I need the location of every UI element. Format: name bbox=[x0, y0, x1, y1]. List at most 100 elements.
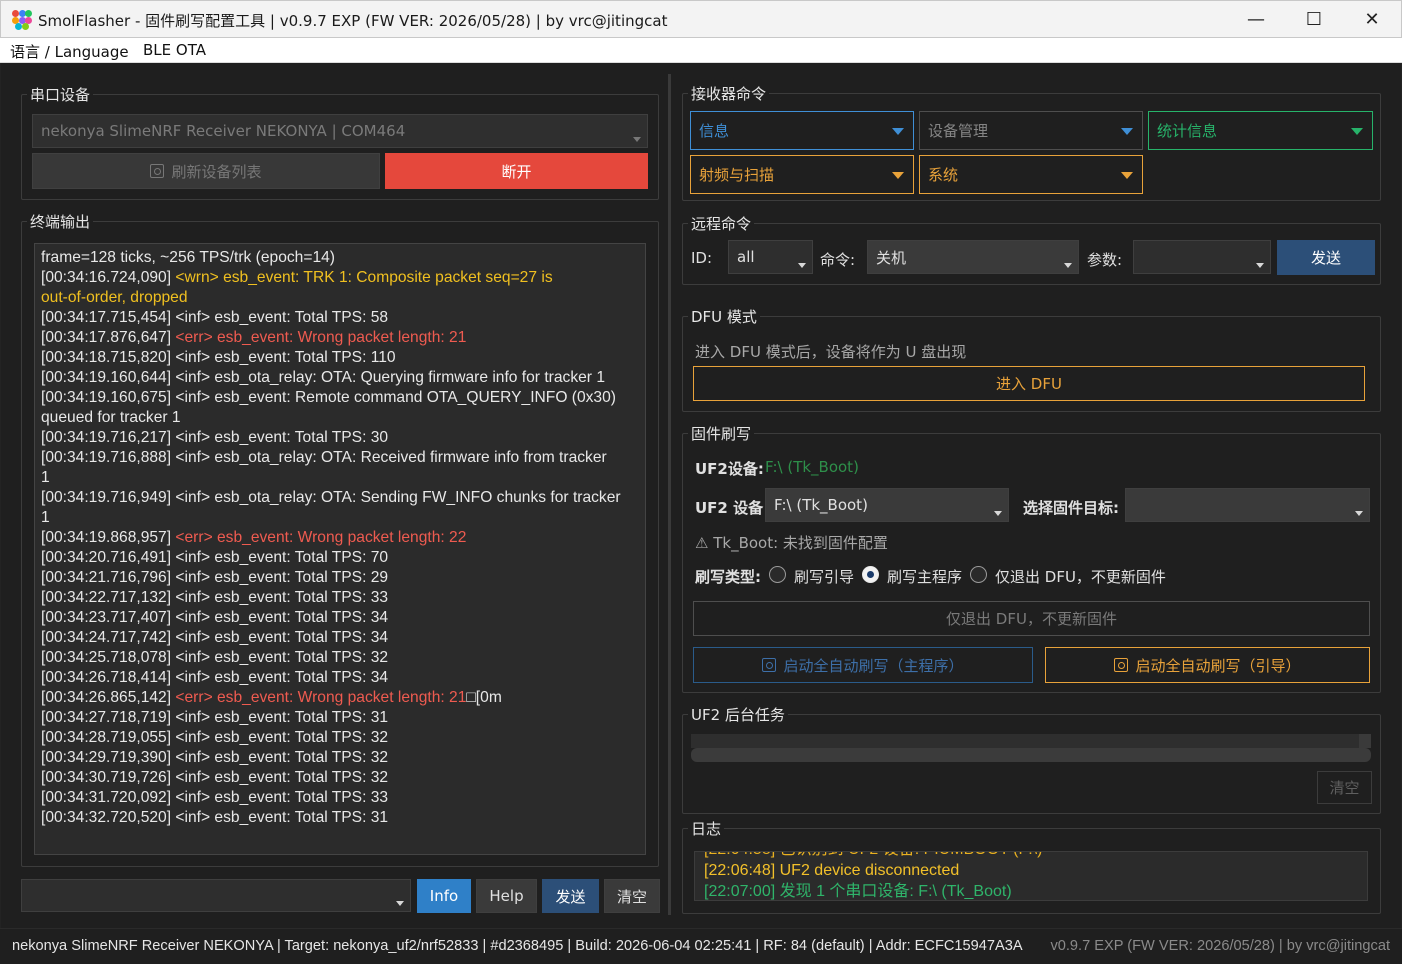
uf2-tasks-clear-button[interactable]: 清空 bbox=[1317, 771, 1372, 804]
terminal-timestamp: [00:34:19.716,888] bbox=[41, 449, 176, 466]
status-bar: nekonya SlimeNRF Receiver NEKONYA | Targ… bbox=[0, 928, 1402, 964]
device-management-label: 设备管理 bbox=[928, 122, 989, 140]
terminal-line: [00:34:18.715,820] <inf> esb_event: Tota… bbox=[41, 348, 639, 368]
remote-id-select[interactable]: all bbox=[728, 240, 813, 274]
terminal-line: [00:34:26.865,142] <err> esb_event: Wron… bbox=[41, 688, 639, 708]
terminal-message: <inf> esb_event: Total TPS: 29 bbox=[175, 569, 389, 586]
exit-dfu-button[interactable]: 仅退出 DFU，不更新固件 bbox=[693, 601, 1370, 636]
radio-exit-dfu[interactable] bbox=[970, 566, 987, 583]
close-button[interactable]: ✕ bbox=[1343, 1, 1401, 38]
terminal-line: 1 bbox=[41, 468, 639, 488]
auto-flash-main-label: 启动全自动刷写（主程序） bbox=[783, 656, 964, 675]
title-bar: SmolFlasher - 固件刷写配置工具 | v0.9.7 EXP (FW … bbox=[0, 0, 1402, 38]
terminal-line: [00:34:19.716,217] <inf> esb_event: Tota… bbox=[41, 428, 639, 448]
remote-send-button[interactable]: 发送 bbox=[1277, 240, 1375, 275]
help-button[interactable]: Help bbox=[476, 879, 537, 913]
uf2-device-select[interactable]: F:\ (Tk_Boot) bbox=[765, 488, 1009, 522]
flash-icon bbox=[1114, 658, 1129, 672]
clear-label: 清空 bbox=[616, 887, 647, 906]
statistics-menu[interactable]: 统计信息 bbox=[1148, 111, 1373, 150]
clear-button[interactable]: 清空 bbox=[604, 879, 660, 913]
terminal-line: [00:34:26.718,414] <inf> esb_event: Tota… bbox=[41, 668, 639, 688]
radio-flash-boot[interactable] bbox=[769, 566, 786, 583]
terminal-message: out-of-order, dropped bbox=[41, 289, 188, 306]
flash-type-label: 刷写类型: bbox=[695, 568, 761, 586]
send-button[interactable]: 发送 bbox=[542, 879, 599, 913]
chevron-down-icon bbox=[892, 127, 904, 135]
info-command-menu[interactable]: 信息 bbox=[690, 111, 914, 150]
enter-dfu-button[interactable]: 进入 DFU bbox=[693, 366, 1365, 401]
radio-flash-main[interactable] bbox=[862, 566, 879, 583]
radio-flash-main-label[interactable]: 刷写主程序 bbox=[887, 566, 962, 587]
remote-send-label: 发送 bbox=[1310, 249, 1341, 267]
window-title: SmolFlasher - 固件刷写配置工具 | v0.9.7 EXP (FW … bbox=[38, 12, 668, 30]
terminal-message: <inf> esb_event: Total TPS: 32 bbox=[175, 749, 389, 766]
radio-exit-dfu-label[interactable]: 仅退出 DFU，不更新固件 bbox=[995, 566, 1166, 587]
terminal-message: 1 bbox=[41, 469, 50, 486]
remote-cmd-label: 命令: bbox=[820, 251, 856, 269]
terminal-message: <inf> esb_event: Total TPS: 58 bbox=[175, 309, 389, 326]
rf-scan-menu[interactable]: 射频与扫描 bbox=[690, 155, 914, 194]
terminal-timestamp: [00:34:26.718,414] bbox=[41, 669, 176, 686]
terminal-timestamp: [00:34:28.719,055] bbox=[41, 729, 176, 746]
receiver-commands-title: 接收器命令 bbox=[688, 83, 770, 104]
uf2-tasks-scroll-up[interactable] bbox=[1359, 734, 1371, 748]
terminal-timestamp: [00:34:26.865,142] bbox=[41, 689, 176, 706]
terminal-message: <inf> esb_event: Total TPS: 32 bbox=[175, 769, 389, 786]
auto-flash-boot-button[interactable]: 启动全自动刷写（引导） bbox=[1045, 647, 1370, 683]
disconnect-button[interactable]: 断开 bbox=[385, 153, 648, 189]
terminal-timestamp: [00:34:32.720,520] bbox=[41, 809, 176, 826]
terminal-line: frame=128 ticks, ~256 TPS/trk (epoch=14) bbox=[41, 248, 639, 268]
uf2-tasks-horizontal-scrollbar[interactable] bbox=[691, 748, 1371, 762]
radio-flash-boot-label[interactable]: 刷写引导 bbox=[794, 566, 854, 587]
status-device-info: nekonya SlimeNRF Receiver NEKONYA | Targ… bbox=[12, 938, 1023, 954]
menu-ble-ota[interactable]: BLE OTA bbox=[143, 41, 206, 59]
system-menu[interactable]: 系统 bbox=[919, 155, 1143, 194]
auto-flash-main-button[interactable]: 启动全自动刷写（主程序） bbox=[693, 647, 1033, 683]
remote-param-select[interactable] bbox=[1133, 240, 1271, 274]
terminal-line: [00:34:24.717,742] <inf> esb_event: Tota… bbox=[41, 628, 639, 648]
uf2-device-select-value: F:\ (Tk_Boot) bbox=[774, 496, 868, 514]
device-management-menu[interactable]: 设备管理 bbox=[919, 111, 1143, 150]
terminal-timestamp: [00:34:25.718,078] bbox=[41, 649, 176, 666]
log-output[interactable]: [22:04:58] 已识别到 UF2 设备: PIUMBOOT (F:\) [2… bbox=[694, 851, 1368, 901]
flash-icon bbox=[762, 658, 777, 672]
uf2-tasks-title: UF2 后台任务 bbox=[688, 704, 788, 725]
terminal-message: queued for tracker 1 bbox=[41, 409, 181, 426]
terminal-timestamp: [00:34:19.868,957] bbox=[41, 529, 176, 546]
terminal-title: 终端输出 bbox=[27, 211, 94, 232]
auto-flash-boot-label: 启动全自动刷写（引导） bbox=[1135, 656, 1301, 675]
refresh-devices-button[interactable]: 刷新设备列表 bbox=[32, 153, 380, 189]
terminal-message: <inf> esb_ota_relay: OTA: Received firmw… bbox=[175, 449, 607, 466]
terminal-timestamp: [00:34:21.716,796] bbox=[41, 569, 176, 586]
terminal-line: [00:34:19.868,957] <err> esb_event: Wron… bbox=[41, 528, 639, 548]
log-line: [22:04:58] 已识别到 UF2 设备: PIUMBOOT (F:\) bbox=[704, 852, 1042, 860]
terminal-message: <inf> esb_event: Total TPS: 34 bbox=[175, 669, 389, 686]
command-input[interactable] bbox=[21, 879, 411, 912]
maximize-button[interactable]: ☐ bbox=[1285, 1, 1343, 38]
terminal-output[interactable]: frame=128 ticks, ~256 TPS/trk (epoch=14)… bbox=[34, 243, 646, 855]
remote-cmd-value: 关机 bbox=[876, 248, 907, 267]
terminal-message: <inf> esb_event: Total TPS: 33 bbox=[175, 589, 389, 606]
remote-cmd-select[interactable]: 关机 bbox=[867, 240, 1079, 274]
serial-device-title: 串口设备 bbox=[27, 84, 94, 105]
terminal-message: 1 bbox=[41, 509, 50, 526]
panel-splitter[interactable] bbox=[668, 74, 671, 915]
terminal-message: <err> esb_event: Wrong packet length: 21 bbox=[175, 689, 467, 706]
chevron-down-icon bbox=[1256, 263, 1264, 268]
statistics-label: 统计信息 bbox=[1157, 122, 1218, 140]
firmware-target-select[interactable] bbox=[1125, 488, 1370, 522]
refresh-icon bbox=[150, 164, 165, 178]
terminal-message: <wrn> esb_event: TRK 1: Composite packet… bbox=[175, 269, 553, 286]
chevron-down-icon bbox=[1355, 511, 1363, 516]
serial-device-select[interactable]: nekonya SlimeNRF Receiver NEKONYA | COM4… bbox=[32, 114, 648, 148]
minimize-button[interactable]: — bbox=[1227, 1, 1285, 38]
uf2-tasks-group: UF2 后台任务 bbox=[682, 704, 1381, 814]
remote-param-label: 参数: bbox=[1087, 251, 1123, 269]
main-area: 串口设备 nekonya SlimeNRF Receiver NEKONYA |… bbox=[1, 63, 1401, 928]
serial-device-value: nekonya SlimeNRF Receiver NEKONYA | COM4… bbox=[41, 122, 406, 140]
firmware-config-warning: ⚠ Tk_Boot: 未找到固件配置 bbox=[695, 534, 888, 552]
menu-language[interactable]: 语言 / Language bbox=[10, 41, 129, 62]
terminal-line: [00:34:19.160,644] <inf> esb_ota_relay: … bbox=[41, 368, 639, 388]
info-button[interactable]: Info bbox=[417, 879, 471, 913]
